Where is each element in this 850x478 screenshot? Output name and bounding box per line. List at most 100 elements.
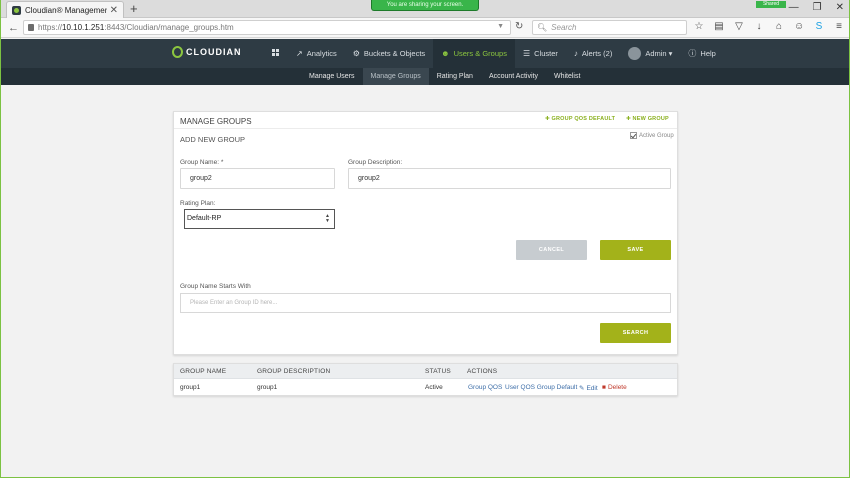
active-group-toggle[interactable]: Active Group (630, 132, 674, 139)
row-group-name: group1 (180, 384, 201, 391)
browser-toolbar-icons: ☆ ▤ ▽ ↓ ⌂ ☺ S ≡ (694, 21, 844, 32)
rating-plan-label: Rating Plan: (180, 200, 216, 207)
col-actions: ACTIONS (467, 368, 498, 375)
groups-table: GROUP NAME GROUP DESCRIPTION STATUS ACTI… (173, 363, 678, 396)
clipboard-icon[interactable]: ▤ (714, 21, 724, 32)
table-header: GROUP NAME GROUP DESCRIPTION STATUS ACTI… (174, 364, 677, 379)
subnav-manage-groups[interactable]: Manage Groups (362, 68, 429, 85)
chat-icon[interactable]: ☺ (794, 21, 804, 32)
users-icon: ☻ (441, 49, 450, 58)
app-header: CLOUDIAN ↗ Analytics ⚙ Buckets & Objects… (0, 39, 850, 68)
trash-icon: ■ (602, 384, 606, 391)
rating-plan-select[interactable]: Default-RP ▲ ▼ (184, 209, 335, 229)
edit-link[interactable]: ✎ Edit (579, 384, 598, 392)
skype-icon[interactable]: S (814, 21, 824, 32)
nav-cluster[interactable]: ☰ Cluster (515, 39, 566, 68)
cloudian-logo-icon (172, 46, 183, 58)
window-controls: — ❐ ✕ (789, 2, 844, 13)
subnav-manage-users[interactable]: Manage Users (301, 68, 363, 85)
chart-icon: ↗ (296, 49, 303, 58)
back-arrow-icon[interactable]: ← (8, 22, 19, 34)
share-frame-left (0, 0, 1, 478)
screen-share-banner: You are sharing your screen. (371, 0, 479, 11)
nav-cluster-label: Cluster (534, 49, 558, 58)
new-group-link[interactable]: ✚ NEW GROUP (626, 116, 669, 122)
nav-help[interactable]: ⓘ Help (680, 39, 723, 68)
url-dropdown-icon[interactable]: ▼ (497, 23, 504, 30)
manage-groups-panel: MANAGE GROUPS ✚ GROUP QOS DEFAULT ✚ NEW … (173, 111, 678, 355)
nav-analytics-label: Analytics (306, 49, 337, 58)
sub-nav: Manage Users Manage Groups Rating Plan A… (0, 68, 850, 85)
group-description-label: Group Description: (348, 159, 403, 166)
browser-tab[interactable]: Cloudian® Management ... ✕ (6, 1, 124, 18)
nav-alerts[interactable]: ♪ Alerts (2) (566, 39, 620, 68)
group-qos-default-link[interactable]: ✚ GROUP QOS DEFAULT (545, 116, 615, 122)
nav-help-label: Help (700, 49, 716, 58)
nav-users-label: Users & Groups (453, 49, 507, 58)
active-group-label: Active Group (639, 132, 674, 139)
group-search-input[interactable]: Please Enter an Group ID here... (180, 293, 671, 313)
dashboard-grid-icon[interactable] (272, 49, 279, 56)
group-name-label: Group Name: * (180, 159, 224, 166)
nav-buckets-label: Buckets & Objects (363, 49, 426, 58)
search-button[interactable]: SEARCH (600, 323, 671, 343)
col-status: STATUS (425, 368, 451, 375)
browser-search-box[interactable]: 🔍︎ Search (532, 20, 687, 35)
nav-admin-label: Admin ▾ (645, 49, 673, 58)
group-description-input[interactable]: group2 (348, 168, 671, 189)
delete-link[interactable]: ■ Delete (602, 384, 627, 391)
add-new-group-heading: ADD NEW GROUP (180, 135, 246, 144)
subnav-account-activity[interactable]: Account Activity (481, 68, 546, 85)
close-tab-icon[interactable]: ✕ (110, 5, 118, 16)
panel-title: MANAGE GROUPS (180, 117, 252, 126)
nav-buckets-objects[interactable]: ⚙ Buckets & Objects (345, 39, 433, 68)
avatar (628, 47, 642, 60)
col-group-name: GROUP NAME (180, 368, 227, 375)
address-bar[interactable]: https://10.10.1.251:8443/Cloudian/manage… (23, 20, 511, 35)
download-icon[interactable]: ↓ (754, 21, 764, 32)
cloudian-favicon-icon (12, 5, 21, 15)
menu-icon[interactable]: ≡ (834, 21, 844, 32)
logo-text: CLOUDIAN (186, 47, 242, 57)
minimize-icon[interactable]: — (789, 2, 799, 13)
cloudian-logo[interactable]: CLOUDIAN (172, 46, 242, 58)
rating-plan-value: Default-RP (187, 215, 222, 222)
pocket-icon[interactable]: ▽ (734, 21, 744, 32)
row-status: Active (425, 384, 443, 391)
bell-icon: ♪ (573, 49, 578, 58)
nav-users-groups[interactable]: ☻ Users & Groups (433, 39, 515, 68)
nav-admin[interactable]: Admin ▾ (620, 39, 680, 68)
reload-icon[interactable]: ↻ (515, 21, 523, 32)
home-icon[interactable]: ⌂ (774, 21, 784, 32)
browser-navbar: ← https://10.10.1.251:8443/Cloudian/mana… (0, 18, 850, 38)
main-nav: ↗ Analytics ⚙ Buckets & Objects ☻ Users … (288, 39, 724, 68)
user-qos-group-default-link[interactable]: User QOS Group Default (505, 384, 577, 391)
gear-icon: ⚙ (352, 49, 360, 58)
search-icon: 🔍︎ (537, 23, 548, 32)
url-text: https://10.10.1.251:8443/Cloudian/manage… (38, 23, 234, 32)
row-group-description: group1 (257, 384, 278, 391)
group-qos-link[interactable]: Group QOS (468, 384, 502, 391)
nav-analytics[interactable]: ↗ Analytics (288, 39, 345, 68)
col-group-description: GROUP DESCRIPTION (257, 368, 331, 375)
browser-tab-title: Cloudian® Management ... (25, 5, 107, 15)
help-icon: ⓘ (688, 49, 697, 58)
bookmark-star-icon[interactable]: ☆ (694, 21, 704, 32)
nav-alerts-label: Alerts (2) (581, 49, 613, 58)
subnav-whitelist[interactable]: Whitelist (546, 68, 588, 85)
restore-icon[interactable]: ❐ (813, 2, 822, 13)
shared-badge: Shared (756, 1, 786, 8)
starts-with-label: Group Name Starts With (180, 283, 251, 290)
save-button[interactable]: SAVE (600, 240, 671, 260)
cancel-button[interactable]: CANCEL (516, 240, 587, 260)
close-window-icon[interactable]: ✕ (836, 2, 844, 13)
select-arrows-icon: ▲ ▼ (325, 213, 330, 224)
group-name-input[interactable]: group2 (180, 168, 335, 189)
new-tab-button[interactable]: + (130, 1, 138, 16)
browser-search-placeholder: Search (551, 23, 577, 32)
subnav-rating-plan[interactable]: Rating Plan (429, 68, 481, 85)
pencil-icon: ✎ (579, 385, 585, 392)
list-icon: ☰ (522, 49, 531, 58)
active-group-checkbox[interactable] (630, 132, 637, 139)
browser-tab-bar: Cloudian® Management ... ✕ + You are sha… (0, 0, 850, 18)
